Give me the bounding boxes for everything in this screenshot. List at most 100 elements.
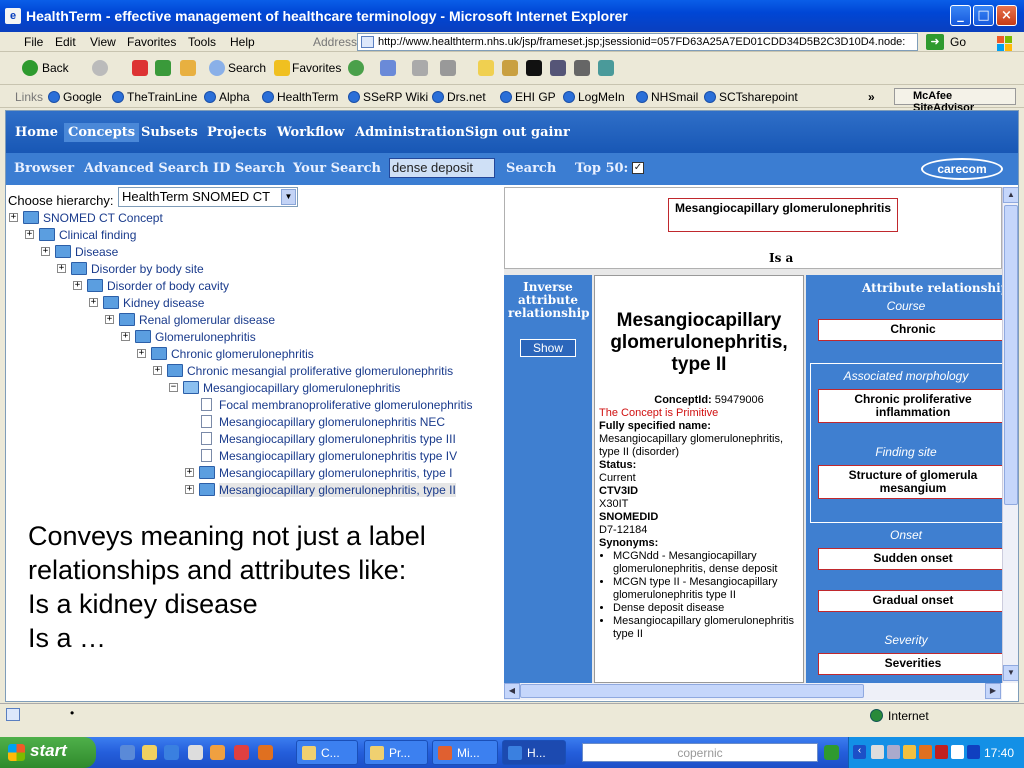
tray-icon[interactable]: [887, 745, 900, 759]
tray-icon[interactable]: [951, 745, 964, 759]
expand-icon[interactable]: +: [137, 349, 146, 358]
menu-tools[interactable]: Tools: [188, 35, 216, 49]
finding-site-value[interactable]: Structure of glomerula mesangium: [818, 465, 1002, 499]
menu-view[interactable]: View: [90, 35, 116, 49]
menu-file[interactable]: File: [24, 35, 43, 49]
start-button[interactable]: start: [0, 737, 96, 768]
tree-node-label[interactable]: Mesangiocapillary glomerulonephritis typ…: [219, 449, 457, 463]
nav-home[interactable]: Home: [15, 125, 58, 140]
address-input[interactable]: http://www.healthterm.nhs.uk/jsp/framese…: [357, 33, 918, 51]
print-icon[interactable]: [412, 60, 428, 76]
link-alpha[interactable]: Alpha: [204, 90, 250, 104]
vertical-scrollbar[interactable]: ▲ ▼: [1002, 187, 1018, 683]
folder-icon[interactable]: [502, 60, 518, 76]
course-value[interactable]: Chronic: [818, 319, 1002, 341]
tree-node-label[interactable]: Mesangiocapillary glomerulonephritis NEC: [219, 415, 445, 429]
tray-icon[interactable]: [935, 745, 948, 759]
back-icon[interactable]: [22, 60, 38, 76]
go-arrow-icon[interactable]: ➜: [926, 34, 944, 50]
go-search-icon[interactable]: [824, 745, 839, 760]
tree-node-label[interactable]: Mesangiocapillary glomerulonephritis, ty…: [219, 483, 456, 497]
home-icon[interactable]: [180, 60, 196, 76]
copernic-search-input[interactable]: copernic: [582, 743, 818, 762]
tree-node-label[interactable]: Mesangiocapillary glomerulonephritis typ…: [219, 432, 456, 446]
paint-icon[interactable]: [234, 745, 249, 760]
expand-icon[interactable]: +: [9, 213, 18, 222]
tree-node-label[interactable]: Disorder by body site: [91, 262, 204, 276]
taskbar-task[interactable]: C...: [296, 740, 358, 765]
close-button[interactable]: ×: [996, 5, 1017, 26]
tray-icon[interactable]: [919, 745, 932, 759]
scroll-thumb[interactable]: [520, 684, 864, 698]
link-ehi-gp[interactable]: EHI GP: [500, 90, 556, 104]
nav-advanced-search[interactable]: Advanced Search: [84, 161, 209, 176]
taskbar-task-active[interactable]: H...: [502, 740, 566, 765]
search-button[interactable]: Search: [506, 161, 556, 176]
nav-concepts[interactable]: Concepts: [64, 123, 140, 142]
history-icon[interactable]: [348, 60, 364, 76]
tree-node-label[interactable]: Disorder of body cavity: [107, 279, 229, 293]
edit-icon[interactable]: [440, 60, 456, 76]
nav-workflow[interactable]: Workflow: [277, 125, 344, 140]
menu-edit[interactable]: Edit: [55, 35, 76, 49]
nav-administration[interactable]: Administration: [355, 125, 465, 140]
stop-icon[interactable]: [132, 60, 148, 76]
go-button[interactable]: Go: [950, 35, 966, 49]
tree-node-label[interactable]: Disease: [75, 245, 118, 259]
bookmark-icon[interactable]: [526, 60, 542, 76]
tree-node-label[interactable]: Mesangiocapillary glomerulonephritis, ty…: [219, 466, 452, 480]
expand-icon[interactable]: +: [185, 485, 194, 494]
explorer-icon[interactable]: [142, 745, 157, 760]
tray-icon[interactable]: [871, 745, 884, 759]
top50-checkbox[interactable]: ✓: [632, 162, 644, 174]
tree-node-label[interactable]: Chronic mesangial proliferative glomerul…: [187, 364, 453, 378]
tree-node-label[interactable]: Renal glomerular disease: [139, 313, 275, 327]
onset-value[interactable]: Sudden onset: [818, 548, 1002, 570]
expand-icon[interactable]: +: [57, 264, 66, 273]
link-healthterm[interactable]: HealthTerm: [262, 90, 338, 104]
mail-icon[interactable]: [380, 60, 396, 76]
media-icon[interactable]: [188, 745, 203, 760]
nav-subsets[interactable]: Subsets: [141, 125, 198, 140]
severity-value[interactable]: Severities: [818, 653, 1002, 675]
maximize-button[interactable]: □: [973, 5, 994, 26]
outlook-icon[interactable]: [210, 745, 225, 760]
expand-icon[interactable]: +: [185, 468, 194, 477]
menu-help[interactable]: Help: [230, 35, 255, 49]
forward-icon[interactable]: [92, 60, 108, 76]
show-button[interactable]: Show: [520, 339, 576, 357]
nav-your-search[interactable]: Your Search: [293, 161, 381, 176]
tool-icon[interactable]: [550, 60, 566, 76]
tree-node-label[interactable]: Mesangiocapillary glomerulonephritis: [203, 381, 400, 395]
link-thetrainline[interactable]: TheTrainLine: [112, 90, 197, 104]
tree-node-label[interactable]: SNOMED CT Concept: [43, 211, 163, 225]
scroll-down-icon[interactable]: ▼: [1003, 665, 1018, 681]
hierarchy-select[interactable]: HealthTerm SNOMED CT ▼: [118, 187, 298, 207]
search-icon[interactable]: [209, 60, 225, 76]
mcafee-siteadvisor-button[interactable]: McAfee SiteAdvisor: [894, 88, 1016, 114]
expand-icon[interactable]: +: [89, 298, 98, 307]
link-sctsharepoint[interactable]: SCTsharepoint: [704, 90, 798, 104]
tree-node-label[interactable]: Chronic glomerulonephritis: [171, 347, 314, 361]
taskbar-task[interactable]: Pr...: [364, 740, 428, 765]
refresh-icon[interactable]: [155, 60, 171, 76]
link-sserp-wiki[interactable]: SSeRP Wiki: [348, 90, 428, 104]
ie-quicklaunch-icon[interactable]: [164, 745, 179, 760]
parent-concept-box[interactable]: Mesangiocapillary glomerulonephritis: [668, 198, 898, 232]
collapse-icon[interactable]: −: [169, 383, 178, 392]
link-google[interactable]: Google: [48, 90, 102, 104]
nav-sign-out[interactable]: Sign out gainr: [465, 125, 570, 140]
nav-projects[interactable]: Projects: [207, 125, 267, 140]
expand-icon[interactable]: +: [25, 230, 34, 239]
horizontal-scrollbar[interactable]: ◀ ▶: [504, 683, 1002, 700]
back-button[interactable]: Back: [42, 61, 69, 75]
onset-value[interactable]: Gradual onset: [818, 590, 1002, 612]
messenger-icon[interactable]: [598, 60, 614, 76]
tray-expand-icon[interactable]: ‹: [853, 745, 866, 759]
minimize-button[interactable]: _: [950, 5, 971, 26]
search-button[interactable]: Search: [228, 61, 266, 75]
morphology-value[interactable]: Chronic proliferative inflammation: [818, 389, 1002, 423]
desktop-icon[interactable]: [120, 745, 135, 760]
menu-favorites[interactable]: Favorites: [127, 35, 176, 49]
expand-icon[interactable]: +: [105, 315, 114, 324]
